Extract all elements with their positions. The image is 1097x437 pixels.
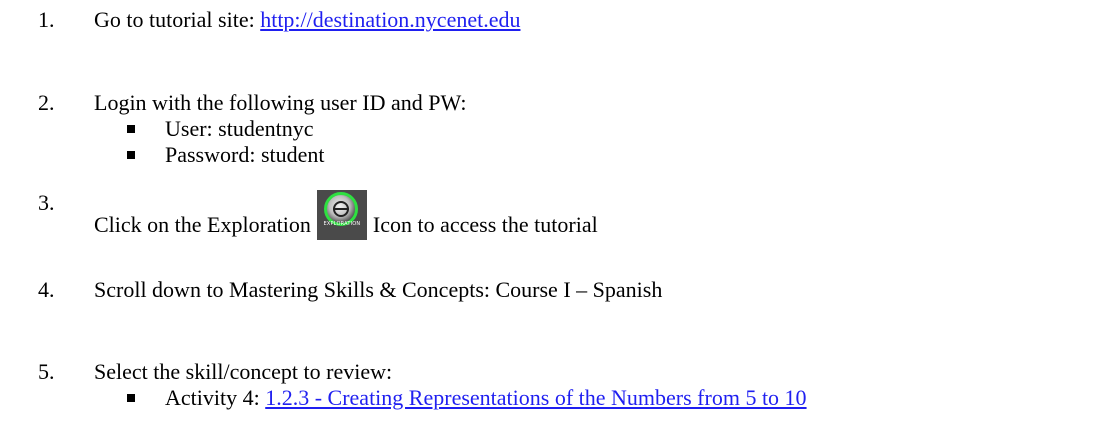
bullet-icon [127,151,135,159]
step-number: 1. [38,7,55,32]
step-3: 3. Click on the Exploration EXPLORATION Ic… [38,190,1078,240]
step-number: 3. [38,190,55,215]
user-id-text: User: studentnyc [165,116,314,141]
step-number: 5. [38,359,55,384]
password-text: Password: student [165,142,325,167]
tutorial-site-link[interactable]: http://destination.nycenet.edu [260,7,520,32]
list-item: Password: student [38,142,1078,168]
step-number: 4. [38,277,55,302]
step-text: Select the skill/concept to review: [94,359,393,384]
step-text: Go to tutorial site: [94,7,261,32]
activity-label: Activity 4: [165,385,266,410]
step-5: 5. Select the skill/concept to review: [38,359,1078,385]
step-number: 2. [38,90,55,115]
step-4: 4. Scroll down to Mastering Skills & Con… [38,277,1078,303]
list-item: Activity 4: 1.2.3 - Creating Representat… [38,385,1093,411]
step-text: Scroll down to Mastering Skills & Concep… [94,277,663,302]
step-text: Click on the Exploration [94,212,311,237]
exploration-icon[interactable]: EXPLORATION [316,190,367,240]
exploration-icon-caption: EXPLORATION [323,221,361,227]
bullet-icon [127,394,135,402]
step-1: 1. Go to tutorial site: http://destinati… [38,7,1078,33]
step-2: 2. Login with the following user ID and … [38,90,1078,116]
step-text: Login with the following user ID and PW: [94,90,467,115]
activity-link[interactable]: 1.2.3 - Creating Representations of the … [265,385,806,410]
step-text: Icon to access the tutorial [372,212,598,237]
list-item: User: studentnyc [38,116,1078,142]
bullet-icon [127,125,135,133]
